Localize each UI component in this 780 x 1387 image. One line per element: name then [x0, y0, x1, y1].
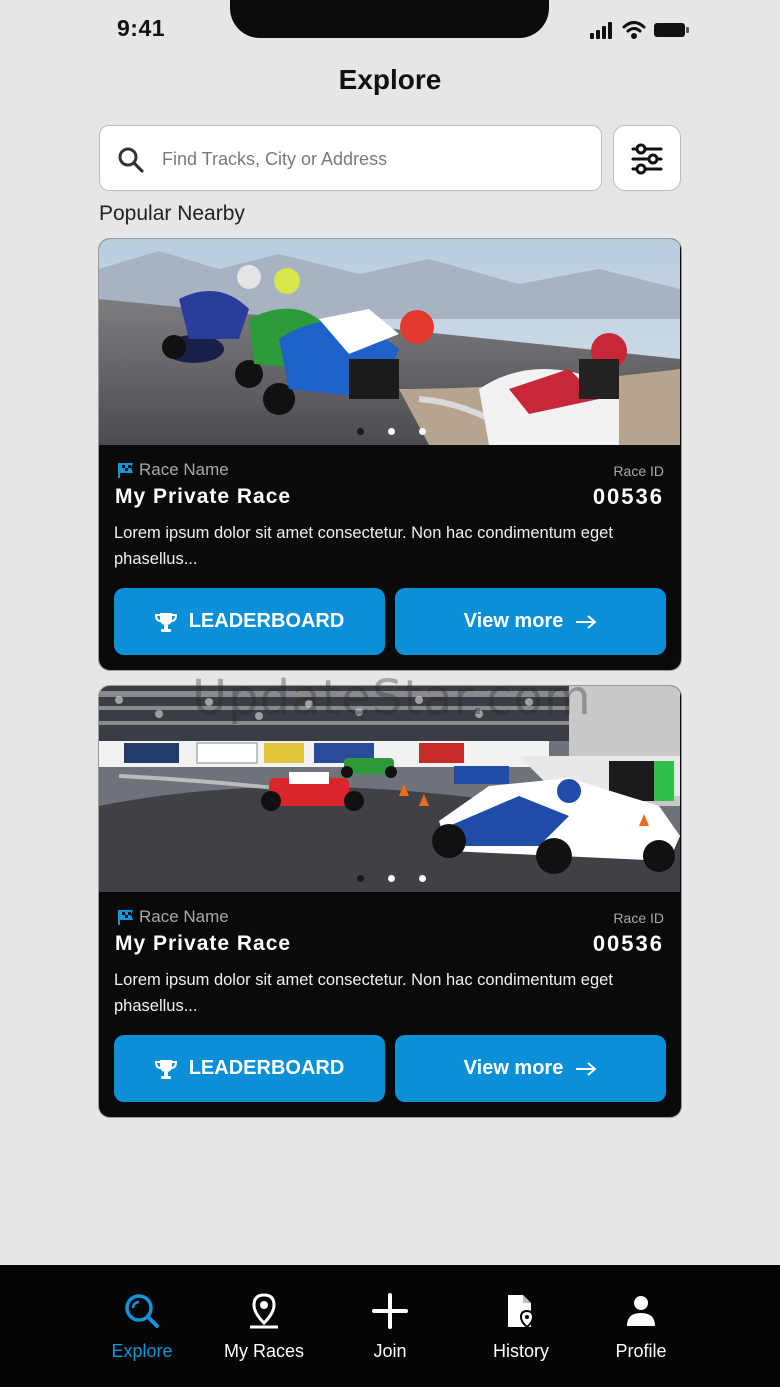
race-id-label: Race ID	[613, 910, 664, 926]
bottom-nav: Explore My Races Join History Profile	[0, 1265, 780, 1387]
page-title: Explore	[338, 64, 442, 95]
person-icon	[627, 1296, 655, 1326]
race-description: Lorem ipsum dolor sit amet consectetur. …	[114, 971, 613, 1015]
battery-icon	[654, 23, 689, 37]
sliders-icon	[631, 143, 663, 175]
search-box[interactable]	[99, 125, 602, 191]
view-more-button[interactable]: View more	[395, 1035, 666, 1102]
search-icon	[117, 146, 145, 174]
view-more-button[interactable]: View more	[395, 588, 666, 655]
leaderboard-label: LEADERBOARD	[188, 1057, 345, 1079]
section-title: Popular Nearby	[99, 202, 245, 225]
carousel-dot[interactable]	[357, 428, 364, 435]
race-card: Race Name My Private Race Race ID 00536 …	[98, 685, 682, 1118]
view-more-label: View more	[463, 610, 564, 632]
view-more-label: View more	[463, 1057, 564, 1079]
wifi-icon	[622, 21, 646, 39]
motorcycle-race-photo	[99, 239, 680, 445]
status-time: 9:41	[117, 15, 166, 41]
nav-label-history: History	[492, 1341, 549, 1361]
document-pin-icon	[508, 1295, 535, 1329]
status-bar: 9:41	[0, 0, 780, 60]
race-title: My Private Race	[115, 485, 292, 508]
carousel-dot[interactable]	[357, 875, 364, 882]
race-card: Race Name My Private Race Race ID 00536 …	[98, 238, 682, 671]
carousel-dot[interactable]	[419, 875, 426, 882]
nav-item-join[interactable]: Join	[330, 1265, 450, 1387]
nav-item-explore[interactable]: Explore	[82, 1265, 202, 1387]
filter-button[interactable]	[613, 125, 681, 191]
race-id: 00536	[592, 484, 664, 509]
search-input[interactable]	[160, 140, 584, 178]
carousel-dots[interactable]	[352, 875, 432, 885]
checkered-flag-icon	[117, 461, 135, 479]
leaderboard-label: LEADERBOARD	[188, 610, 345, 632]
carousel-dot[interactable]	[388, 428, 395, 435]
nav-item-history[interactable]: History	[461, 1265, 581, 1387]
nav-label-profile: Profile	[615, 1341, 667, 1361]
trophy-icon	[154, 612, 177, 632]
race-description: Lorem ipsum dolor sit amet consectetur. …	[114, 524, 613, 568]
leaderboard-button[interactable]: LEADERBOARD	[114, 588, 385, 655]
carousel-dot[interactable]	[419, 428, 426, 435]
watermark: UpdateStar.com	[192, 670, 592, 726]
race-name-label: Race Name	[139, 907, 229, 926]
arrow-right-icon	[576, 614, 597, 629]
nav-item-my-races[interactable]: My Races	[204, 1265, 324, 1387]
nav-item-profile[interactable]: Profile	[581, 1265, 701, 1387]
nav-label-my-races: My Races	[223, 1341, 304, 1361]
nav-label-join: Join	[373, 1341, 407, 1361]
carousel-dots[interactable]	[352, 428, 432, 438]
signal-icon	[590, 22, 612, 39]
plus-icon	[372, 1293, 408, 1329]
checkered-flag-icon	[117, 908, 135, 926]
device-notch	[230, 0, 549, 38]
location-pin-icon	[250, 1293, 278, 1329]
race-name-label: Race Name	[139, 460, 229, 479]
trophy-icon	[154, 1059, 177, 1079]
race-id: 00536	[592, 931, 664, 956]
arrow-right-icon	[576, 1061, 597, 1076]
search-icon	[125, 1294, 159, 1328]
status-icons	[588, 18, 692, 42]
race-id-label: Race ID	[613, 463, 664, 479]
leaderboard-button[interactable]: LEADERBOARD	[114, 1035, 385, 1102]
carousel-dot[interactable]	[388, 875, 395, 882]
race-title: My Private Race	[115, 932, 292, 955]
nav-label-explore: Explore	[111, 1341, 173, 1361]
